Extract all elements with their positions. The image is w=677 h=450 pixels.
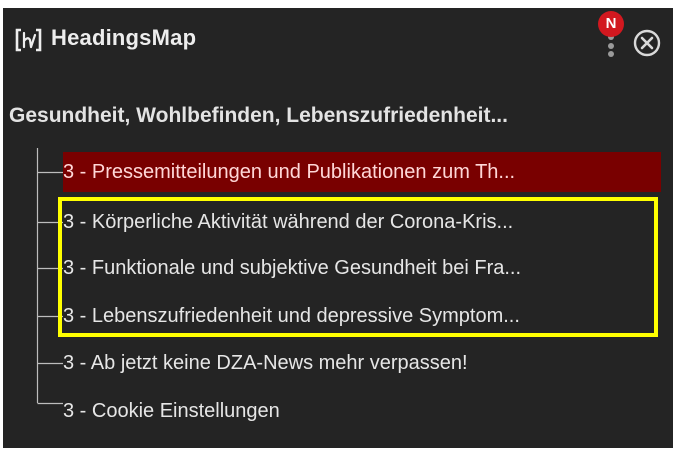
headingsmap-panel: HeadingsMap N Gesundheit, Wohlbefinden, …	[3, 8, 673, 448]
heading-item[interactable]: 3 - Körperliche Aktivität während der Co…	[63, 202, 653, 242]
heading-item[interactable]: 3 - Ab jetzt keine DZA-News mehr verpass…	[63, 343, 663, 383]
heading-item[interactable]: 3 - Lebenszufriedenheit und depressive S…	[63, 296, 661, 336]
heading-item[interactable]: 3 - Cookie Einstellungen	[63, 391, 663, 431]
heading-item[interactable]: 3 - Funktionale und subjektive Gesundhei…	[63, 248, 653, 288]
headings-tree: 3 - Pressemitteilungen und Publikationen…	[3, 8, 673, 448]
heading-item[interactable]: 3 - Pressemitteilungen und Publikationen…	[63, 152, 661, 192]
